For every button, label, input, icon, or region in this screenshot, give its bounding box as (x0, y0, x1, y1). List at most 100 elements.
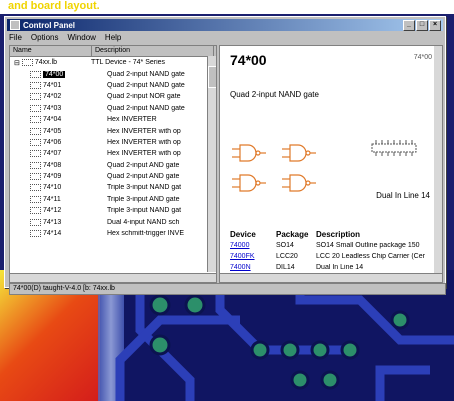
tree-item-description: Triple 3-input NAND gat (107, 184, 182, 192)
tree-item-description: Quad 2-input NAND gate (107, 104, 185, 112)
tree-item-name: 74*06 (43, 138, 62, 146)
tree-item-name: 74*13 (43, 218, 62, 226)
chip-icon (30, 184, 41, 192)
chip-icon (30, 138, 41, 146)
detail-vertical-scrollbar[interactable] (434, 46, 442, 274)
tree-item[interactable]: 74*09 Quad 2-input AND gate (10, 171, 216, 182)
device-description: LCC 20 Leadless Chip Carrier (Cer (316, 253, 425, 260)
part-description: Quad 2-input NAND gate (230, 90, 319, 99)
device-package: LCC20 (276, 253, 298, 260)
package-label: Dual In Line 14 (376, 191, 430, 200)
component-detail-pane: 74*00 74*00 Quad 2-input NAND gate Dual … (219, 45, 443, 275)
tree-item[interactable]: 74*01 Quad 2-input NAND gate (10, 80, 216, 91)
tree-item-description: Quad 2-input NAND gate (107, 70, 185, 78)
tree-item-description: Quad 2-input NAND gate (107, 81, 185, 89)
chip-pinout-icon (371, 140, 417, 156)
header-package: Package (276, 230, 309, 239)
tree-item-description: Quad 2-input NOR gate (107, 93, 181, 101)
tree-item[interactable]: 74*00 Quad 2-input NAND gate (10, 68, 216, 79)
close-button[interactable]: × (429, 20, 441, 31)
chip-icon (30, 195, 41, 203)
column-header-name[interactable]: Name (10, 46, 92, 56)
part-title: 74*00 (230, 52, 267, 68)
device-link[interactable]: 74000 (230, 242, 276, 249)
tree-item[interactable]: 74*14 Hex schmitt-trigger INVE (10, 228, 216, 239)
tree-item-description: Quad 2-input AND gate (107, 173, 180, 181)
tree-horizontal-scrollbar[interactable] (9, 273, 217, 283)
tree-item-name: 74*03 (43, 104, 62, 112)
tree-item[interactable]: 74*12 Triple 3-input NAND gat (10, 205, 216, 216)
part-corner-label: 74*00 (413, 54, 432, 61)
tree-item-name: 74*11 (43, 195, 61, 203)
magazine-headline: and board layout. (8, 0, 100, 12)
magazine-header-strip: and board layout. (0, 0, 454, 14)
tree-item-name: 74*07 (43, 150, 62, 158)
tree-item[interactable]: 74*03 Quad 2-input NAND gate (10, 103, 216, 114)
nand-gate-symbols (232, 144, 316, 192)
tree-item-name: 74*04 (43, 116, 62, 124)
header-description: Description (316, 230, 361, 239)
root-description: TTL Device - 74* Series (91, 59, 166, 67)
tree-item-description: Hex INVERTER with op (107, 138, 181, 146)
tree-item-name: 74*08 (43, 161, 62, 169)
tree-vertical-scrollbar[interactable] (207, 56, 216, 272)
tree-item[interactable]: 74*04 Hex INVERTER (10, 114, 216, 125)
chip-icon (30, 104, 41, 112)
status-bar: 74*00(D) taught-V-4.0 [b: 74xx.lb (9, 283, 446, 295)
tree-root-row[interactable]: ⊟ 74xx.lb TTL Device - 74* Series (10, 57, 216, 68)
expand-collapse-icon[interactable]: ⊟ (14, 59, 20, 67)
menu-file[interactable]: File (9, 33, 22, 42)
library-icon (21, 59, 33, 67)
tree-item-name: 74*09 (43, 173, 62, 181)
tree-item-description: Hex INVERTER with op (107, 127, 181, 135)
chip-icon (30, 218, 41, 226)
tree-item-name: 74*00 (43, 70, 66, 78)
tree-item-description: Hex INVERTER with op (107, 150, 181, 158)
chip-icon (30, 150, 41, 158)
menu-options[interactable]: Options (31, 33, 59, 42)
device-description: Dual In Line 14 (316, 264, 364, 271)
menu-window[interactable]: Window (67, 33, 95, 42)
root-name: 74xx.lb (34, 59, 58, 67)
chip-icon (30, 207, 41, 215)
window-titlebar[interactable]: Control Panel _ □ × (7, 19, 443, 31)
tree-item[interactable]: 74*02 Quad 2-input NOR gate (10, 91, 216, 102)
chip-icon (30, 116, 41, 124)
device-description: SO14 Small Outline package 150 (316, 242, 420, 249)
component-tree-pane: Name Description ⊟ 74xx.lb TTL Device - … (9, 45, 217, 275)
tree-item[interactable]: 74*08 Quad 2-input AND gate (10, 160, 216, 171)
tree-item[interactable]: 74*06 Hex INVERTER with op (10, 137, 216, 148)
device-package: SO14 (276, 242, 294, 249)
maximize-button[interactable]: □ (416, 20, 428, 31)
tree-item-description: Hex INVERTER (107, 116, 157, 124)
tree-item[interactable]: 74*11 Triple 3-input AND gate (10, 194, 216, 205)
tree-header: Name Description (10, 46, 216, 57)
device-link[interactable]: 7400N (230, 264, 276, 271)
scroll-thumb[interactable] (208, 66, 216, 88)
device-row: 7400FK LCC20 LCC 20 Leadless Chip Carrie… (230, 253, 436, 260)
control-panel-window: Control Panel _ □ × File Options Window … (4, 16, 446, 295)
tree-item[interactable]: 74*10 Triple 3-input NAND gat (10, 182, 216, 193)
tree-item-name: 74*14 (43, 230, 62, 238)
tree-item[interactable]: 74*13 Dual 4-input NAND sch (10, 216, 216, 227)
chip-icon (30, 230, 41, 238)
column-header-description[interactable]: Description (92, 46, 214, 56)
window-title: Control Panel (23, 20, 76, 30)
minimize-button[interactable]: _ (403, 20, 415, 31)
device-row: 7400N DIL14 Dual In Line 14 (230, 264, 436, 271)
tree-item[interactable]: 74*07 Hex INVERTER with op (10, 148, 216, 159)
tree-item-description: Hex schmitt-trigger INVE (107, 230, 185, 238)
tree-item-name: 74*05 (43, 127, 62, 135)
tree-item-description: Quad 2-input AND gate (107, 161, 180, 169)
detail-horizontal-scrollbar[interactable] (219, 273, 443, 283)
device-row: 74000 SO14 SO14 Small Outline package 15… (230, 242, 436, 249)
tree-item-name: 74*10 (43, 184, 62, 192)
tree-item-name: 74*02 (43, 93, 62, 101)
app-icon (10, 20, 20, 30)
device-link[interactable]: 7400FK (230, 253, 276, 260)
tree-item[interactable]: 74*05 Hex INVERTER with op (10, 125, 216, 136)
chip-icon (30, 70, 41, 78)
menu-help[interactable]: Help (105, 33, 121, 42)
header-device: Device (230, 230, 256, 239)
tree-item-description: Triple 3-input AND gate (107, 195, 180, 203)
